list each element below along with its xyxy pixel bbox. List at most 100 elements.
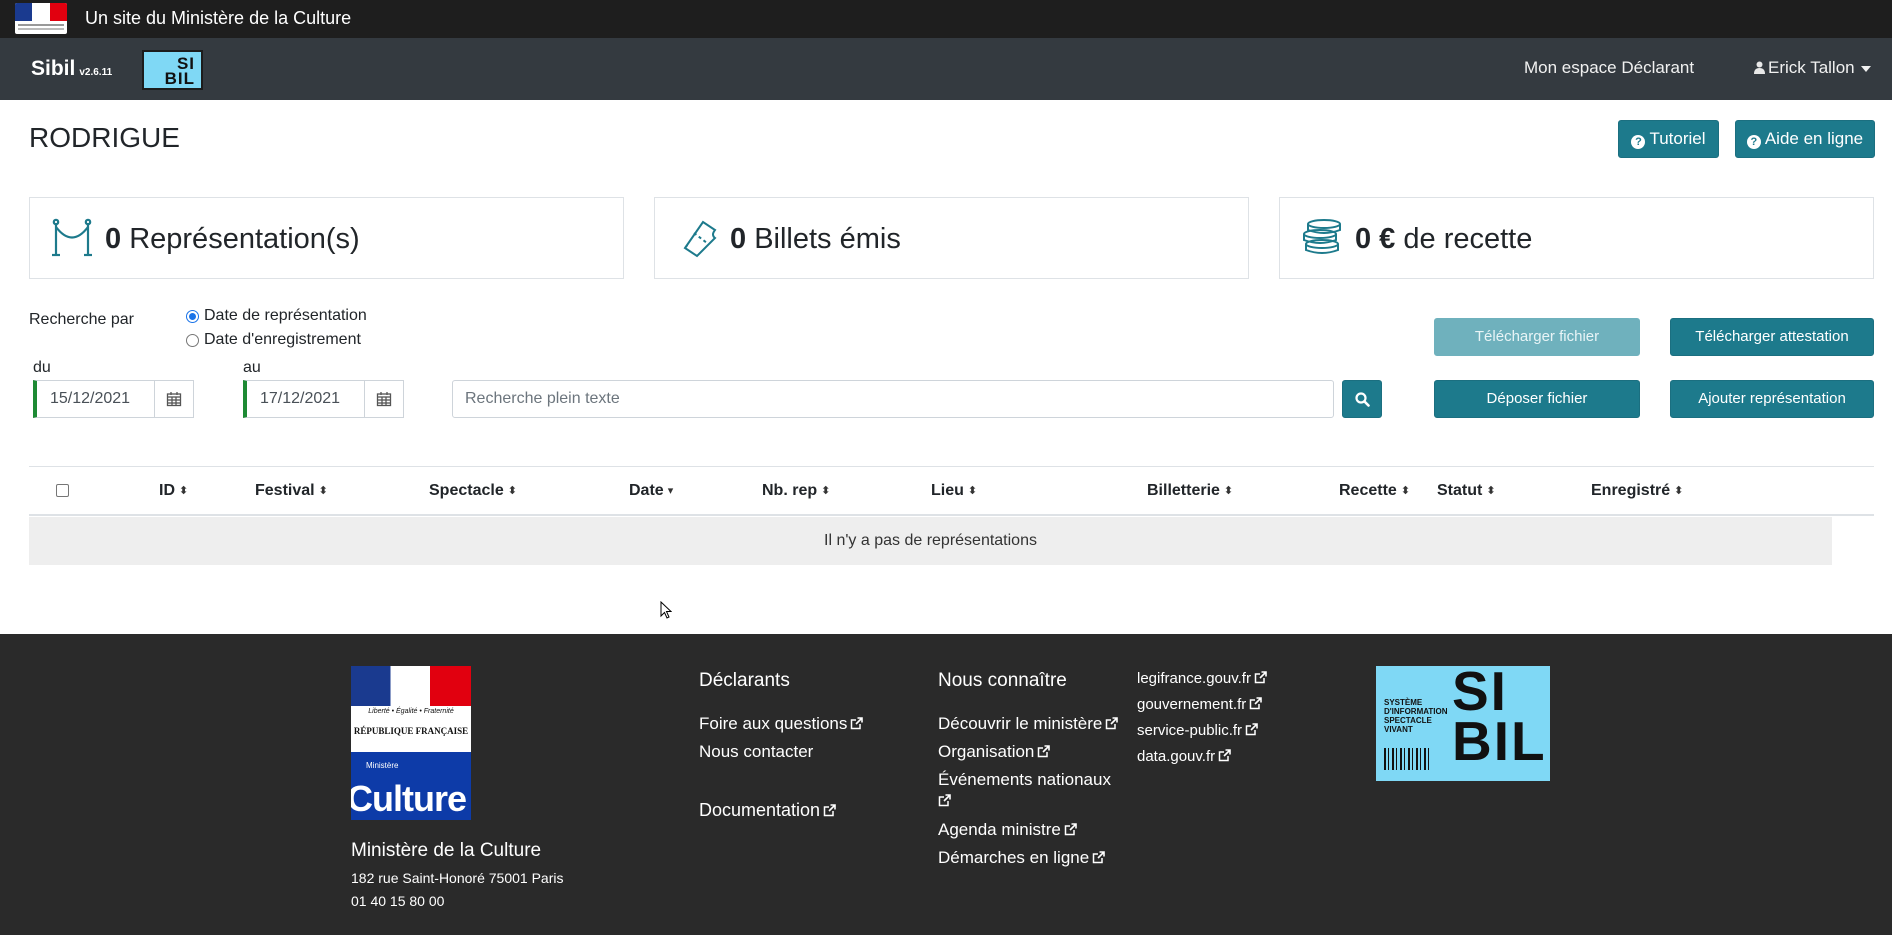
external-link-icon [1092,851,1106,864]
search-input[interactable] [452,380,1334,418]
tutoriel-button[interactable]: ? Tutoriel [1618,120,1719,158]
calendar-button-to[interactable] [364,380,404,418]
user-name: Erick Tallon [1768,58,1855,77]
date-du-label: du [33,359,51,376]
question-circle-icon: ? [1746,135,1761,149]
billets-stat: 0 Billets émis [730,223,901,256]
sort-icon: ⬍ [1223,485,1234,497]
marianne-culture-logo[interactable]: Liberté • Égalité • Fraternité RÉPUBLIQU… [351,666,471,820]
footer-link-evenements-nationaux[interactable]: Événements nationaux [938,770,1123,811]
date-from-input[interactable]: 15/12/2021 [33,380,155,418]
footer-link-documentation[interactable]: Documentation [699,800,836,821]
app-brand[interactable]: Sibil v2.6.11 [31,57,112,81]
stat-card-representations: 0 Représentation(s) [29,197,624,279]
column-header-nb-rep[interactable]: Nb. rep ⬍ [762,482,830,500]
link-label: legifrance.gouv.fr [1137,670,1251,687]
link-label: gouvernement.fr [1137,696,1247,713]
link-label: Agenda ministre [938,820,1061,839]
representations-label: Représentation(s) [129,223,360,255]
ticket-icon [683,220,717,258]
link-label: Événements nationaux [938,770,1111,789]
sort-icon: ⬍ [967,485,978,497]
column-label: Spectacle [429,482,504,499]
brand-name: Sibil [31,57,76,80]
radio-date-representation[interactable]: Date de représentation [186,307,367,325]
recette-stat: 0 € de recette [1355,223,1532,256]
column-header-date[interactable]: Date ▾ [629,482,673,500]
footer-link-organisation[interactable]: Organisation [938,742,1051,762]
recherche-par-label: Recherche par [29,311,134,328]
sort-desc-icon: ▾ [667,485,674,497]
footer-heading-nous-connaitre: Nous connaître [938,670,1067,691]
nav-mon-espace-declarant[interactable]: Mon espace Déclarant [1524,58,1694,78]
column-label: ID [159,482,175,499]
user-icon [1754,61,1765,74]
footer-link-data-gouv[interactable]: data.gouv.fr [1137,748,1231,765]
column-label: Lieu [931,482,964,499]
telecharger-fichier-button[interactable]: Télécharger fichier [1434,318,1640,356]
link-label: Documentation [699,800,821,820]
column-header-recette[interactable]: Recette ⬍ [1339,482,1410,500]
sort-icon: ⬍ [179,485,189,497]
recette-label: de recette [1403,223,1533,255]
column-header-statut[interactable]: Statut ⬍ [1437,482,1496,500]
mouse-cursor-icon [660,601,672,619]
footer-link-decouvrir-ministere[interactable]: Découvrir le ministère [938,714,1119,734]
footer-link-agenda-ministre[interactable]: Agenda ministre [938,820,1077,840]
coins-icon [1303,219,1341,254]
date-to-input[interactable]: 17/12/2021 [243,380,365,418]
footer-link-contact[interactable]: Nous contacter [699,742,813,762]
column-header-lieu[interactable]: Lieu ⬍ [931,482,977,500]
external-link-icon [1249,697,1263,710]
footer-link-faq[interactable]: Foire aux questions [699,714,864,734]
search-button[interactable] [1342,380,1382,418]
billets-count: 0 [730,223,747,255]
aide-label: Aide en ligne [1764,129,1864,148]
deposer-fichier-button[interactable]: Déposer fichier [1434,380,1640,418]
external-link-icon [823,804,836,817]
column-label: Recette [1339,482,1397,499]
column-header-billetterie[interactable]: Billetterie ⬍ [1147,482,1233,500]
radio-checked[interactable] [186,309,199,323]
ajouter-representation-button[interactable]: Ajouter représentation [1670,380,1874,418]
table-header: ID ⬍ Festival ⬍ Spectacle ⬍ Date ▾ Nb. rep ⬍ … [29,466,1874,516]
radio-label: Date d'enregistrement [204,331,361,348]
billets-label: Billets émis [754,223,901,255]
footer-heading-declarants: Déclarants [699,670,790,691]
external-link-icon [1106,717,1119,730]
table-empty-message: Il n'y a pas de représentations [29,517,1832,565]
column-header-enregistre[interactable]: Enregistré ⬍ [1591,482,1683,500]
gov-banner-text: Un site du Ministère de la Culture [85,8,352,28]
sibil-logo[interactable]: SI BIL [142,50,203,90]
radio-unchecked[interactable] [186,333,199,347]
calendar-button-from[interactable] [154,380,194,418]
republique-francaise-logo[interactable] [15,3,67,34]
stat-card-recette: 0 € de recette [1279,197,1874,279]
footer-link-legifrance[interactable]: legifrance.gouv.fr [1137,670,1267,687]
question-circle-icon: ? [1631,135,1646,149]
footer-link-service-public[interactable]: service-public.fr [1137,722,1258,739]
column-header-festival[interactable]: Festival ⬍ [255,482,328,500]
footer-link-demarches-en-ligne[interactable]: Démarches en ligne [938,848,1106,868]
sort-icon: ⬍ [821,485,831,497]
radio-label: Date de représentation [204,307,367,324]
link-label: Organisation [938,742,1035,761]
footer-link-gouvernement[interactable]: gouvernement.fr [1137,696,1263,713]
column-header-id[interactable]: ID ⬍ [159,482,188,500]
stanchion-rope-icon [52,218,92,257]
sibil-footer-logo[interactable]: SYSTÈME D'INFORMATION SPECTACLE VIVANT S… [1376,664,1550,781]
link-label: Démarches en ligne [938,848,1090,867]
external-link-icon [1245,723,1258,736]
external-link-icon [1064,823,1077,836]
user-menu[interactable]: Erick Tallon [1754,58,1871,78]
app-navbar: Sibil v2.6.11 SI BIL Mon espace Déclarant … [0,38,1892,100]
tutoriel-label: Tutoriel [1649,129,1706,148]
sort-icon: ⬍ [1486,485,1496,497]
column-header-spectacle[interactable]: Spectacle ⬍ [429,482,517,500]
select-all-checkbox[interactable] [56,484,69,497]
external-link-icon [1218,749,1231,762]
column-label: Statut [1437,482,1483,499]
aide-en-ligne-button[interactable]: ? Aide en ligne [1735,120,1875,158]
telecharger-attestation-button[interactable]: Télécharger attestation [1670,318,1874,356]
radio-date-enregistrement[interactable]: Date d'enregistrement [186,331,361,349]
